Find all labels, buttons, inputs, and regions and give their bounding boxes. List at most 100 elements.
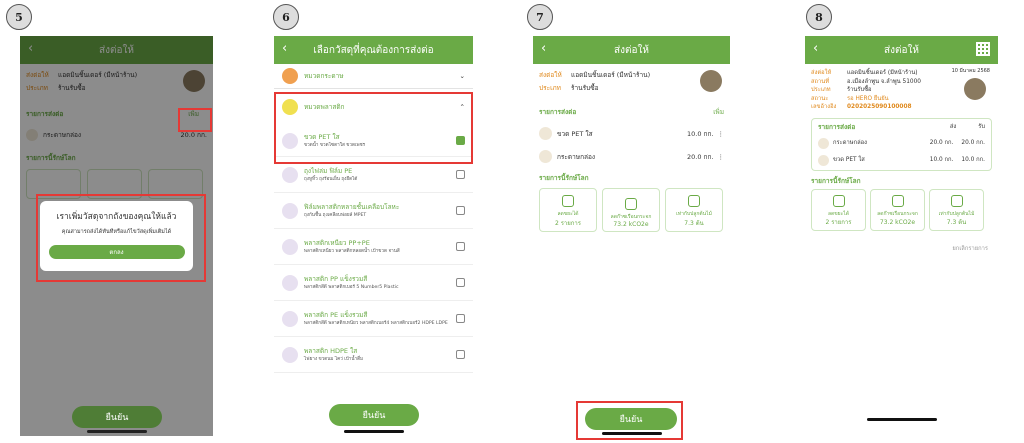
item-name: ขวด PET ใส bbox=[833, 156, 865, 163]
qr-code-icon[interactable] bbox=[976, 42, 990, 56]
stat-icon bbox=[950, 194, 963, 207]
confirm-button[interactable]: ยืนยัน bbox=[329, 404, 419, 426]
stat-label: เท่ากับปลูกต้นไม้ bbox=[676, 211, 712, 217]
stat-card: เท่ากับปลูกต้นไม้ 7.3 ต้น bbox=[929, 189, 984, 232]
material-desc: พลาสติกสีดี พลาสติกเหนียว พลาสติกเบอร์4 … bbox=[304, 321, 448, 326]
stat-icon bbox=[891, 194, 904, 207]
type-value: ร้านรับซื้อ bbox=[571, 84, 599, 92]
type-label: ประเภท bbox=[539, 84, 561, 92]
item-name: กระดาษกล่อง bbox=[557, 152, 596, 161]
category-label: หมวดกระดาษ bbox=[304, 72, 344, 80]
stat-card: ลดขยะได้ 2 รายการ bbox=[539, 188, 597, 232]
material-name: ถุงไฟล่ม ฟิล์ม PE bbox=[304, 167, 353, 175]
material-name: พลาสติก PP แข็งรวมสี bbox=[304, 275, 368, 283]
stat-value: 73.2 kCO2e bbox=[879, 218, 916, 226]
cancel-link[interactable]: ยกเลิกรายการ bbox=[811, 245, 988, 254]
chevron-down-icon: ⌄ bbox=[459, 72, 465, 80]
page-title: ส่งต่อให้ bbox=[614, 44, 649, 56]
material-icon bbox=[282, 346, 298, 363]
material-name: พลาสติก PE แข็งรวมสี bbox=[304, 311, 368, 319]
highlight-plastic bbox=[274, 92, 473, 164]
table-row: ขวด PET ใส 10.0 กก. 10.0 กก. bbox=[818, 154, 985, 166]
stat-value: 7.3 ต้น bbox=[946, 218, 967, 226]
list-item: ขวด PET ใส 10.0 กก. ⋮ bbox=[539, 127, 724, 140]
location-value: อ.เมืองลำพูน จ.ลำพูน 51000 bbox=[847, 78, 921, 85]
material-row[interactable]: พลาสติก HDPE ใส ไฟยาง ขวดนม ไคว่ เป้าน้ำด… bbox=[274, 337, 473, 373]
stat-card: ลดก๊าซเรือนกระจก 73.2 kCO2e bbox=[870, 189, 925, 232]
status-value: รอ HERO ยืนยัน bbox=[847, 95, 889, 102]
material-name: ฟิล์มพลาสติกหลายชั้นเคลือบโลหะ bbox=[304, 203, 400, 211]
material-row[interactable]: พลาสติก PE แข็งรวมสีพลาสติกสีดี พลาสติกเ… bbox=[274, 301, 473, 337]
material-desc: พลาสติกเหนียว พลาสติกหลอดน้ำ เป้าขวด จาน… bbox=[304, 249, 400, 254]
header: ‹ ส่งต่อให้ bbox=[533, 36, 730, 64]
checkbox[interactable] bbox=[456, 206, 465, 215]
more-icon[interactable]: ⋮ bbox=[718, 130, 725, 138]
col-sent: ส่ง bbox=[949, 123, 957, 130]
add-button[interactable]: เพิ่ม bbox=[713, 107, 724, 117]
stat-icon bbox=[562, 195, 574, 207]
to-value: แอดมินชิ้นเดอร์ (มีหน้าร้าน) bbox=[571, 71, 651, 79]
item-list: ขวด PET ใส 10.0 กก. ⋮ กระดาษกล่อง 20.0 กก. ⋮ bbox=[539, 127, 724, 163]
more-icon[interactable]: ⋮ bbox=[718, 153, 725, 161]
eco-label: รายการนี้รักษ์โลก bbox=[811, 176, 861, 185]
stat-icon bbox=[625, 198, 637, 210]
page-title: เลือกวัสดุที่คุณต้องการส่งต่อ bbox=[313, 44, 434, 56]
back-icon[interactable]: ‹ bbox=[541, 41, 546, 56]
screen-8: ‹ ส่งต่อให้ ส่งต่อให้ แอดมินชิ้นเดอร์ (มีห… bbox=[805, 36, 998, 436]
stat-label: ลดขยะได้ bbox=[827, 210, 850, 217]
category-paper[interactable]: หมวดกระดาษ ⌄ bbox=[274, 64, 473, 88]
stat-label: ลดก๊าซเรือนกระจก bbox=[610, 214, 652, 220]
checkbox[interactable] bbox=[456, 242, 465, 251]
material-icon bbox=[282, 238, 298, 255]
confirm-button[interactable]: ยืนยัน bbox=[72, 406, 162, 428]
back-icon[interactable]: ‹ bbox=[282, 41, 287, 56]
highlight-modal bbox=[36, 194, 206, 282]
checkbox[interactable] bbox=[456, 314, 465, 323]
item-qty: 20.0 กก. bbox=[687, 152, 714, 161]
item-icon bbox=[539, 127, 552, 140]
item-qty: 10.0 กก. bbox=[687, 129, 714, 138]
list-item: กระดาษกล่อง 20.0 กก. ⋮ bbox=[539, 150, 724, 163]
material-icon bbox=[282, 166, 298, 183]
item-icon bbox=[539, 150, 552, 163]
list-label: รายการส่งต่อ bbox=[818, 122, 856, 131]
item-recv: 20.0 กก. bbox=[961, 139, 985, 146]
item-name: ขวด PET ใส bbox=[557, 129, 593, 138]
stat-card: ลดก๊าซเรือนกระจก 73.2 kCO2e bbox=[602, 188, 660, 232]
highlight-confirm bbox=[576, 401, 683, 440]
back-icon[interactable]: ‹ bbox=[813, 41, 818, 56]
material-desc: ถุงหูหิ้ว ถุงร้อนเย็น ถุงยืดได้ bbox=[304, 177, 358, 182]
list-label: รายการส่งต่อ bbox=[539, 108, 577, 116]
material-row[interactable]: ฟิล์มพลาสติกหลายชั้นเคลือบโลหะถุงกันชื้น… bbox=[274, 193, 473, 229]
screen-7: ‹ ส่งต่อให้ ส่งต่อให้ แอดมินชิ้นเดอร์ (มีห… bbox=[533, 36, 730, 436]
type-label: ประเภท bbox=[811, 87, 831, 94]
paper-icon bbox=[282, 68, 298, 84]
location-label: สถานที่ bbox=[811, 78, 830, 85]
item-icon bbox=[818, 137, 829, 149]
avatar bbox=[964, 78, 986, 100]
checkbox[interactable] bbox=[456, 278, 465, 287]
checkbox[interactable] bbox=[456, 170, 465, 179]
material-desc: ถุงกันชื้น ถุงเคลือบฟอยล์ MPET bbox=[304, 213, 367, 218]
page-title: ส่งต่อให้ bbox=[884, 44, 919, 56]
material-row[interactable]: พลาสติก PP แข็งรวมสี พลาสติกสีดี พลาสติกเ… bbox=[274, 265, 473, 301]
step-6-badge: 6 bbox=[273, 4, 299, 30]
material-row[interactable]: พลาสติกเหนียว PP+PE พลาสติกเหนียว พลาสติก… bbox=[274, 229, 473, 265]
step-8-badge: 8 bbox=[806, 4, 832, 30]
step-5-badge: 5 bbox=[6, 4, 32, 30]
stat-value: 2 รายการ bbox=[825, 218, 852, 226]
stat-label: ลดขยะได้ bbox=[557, 211, 579, 217]
to-label: ส่งต่อให้ bbox=[539, 71, 562, 79]
table-row: กระดาษกล่อง 20.0 กก. 20.0 กก. bbox=[818, 137, 985, 149]
checkbox[interactable] bbox=[456, 350, 465, 359]
eco-label: รายการนี้รักษ์โลก bbox=[539, 174, 589, 182]
material-icon bbox=[282, 274, 298, 291]
material-icon bbox=[282, 202, 298, 219]
item-sent: 20.0 กก. bbox=[929, 139, 954, 146]
stat-value: 7.3 ต้น bbox=[684, 220, 704, 227]
item-icon bbox=[818, 154, 829, 166]
ref-label: เลขอ้างอิง bbox=[811, 104, 837, 111]
stat-value: 73.2 kCO2e bbox=[613, 221, 649, 228]
highlight-add bbox=[178, 108, 212, 132]
material-name: พลาสติก HDPE ใส bbox=[304, 347, 358, 355]
